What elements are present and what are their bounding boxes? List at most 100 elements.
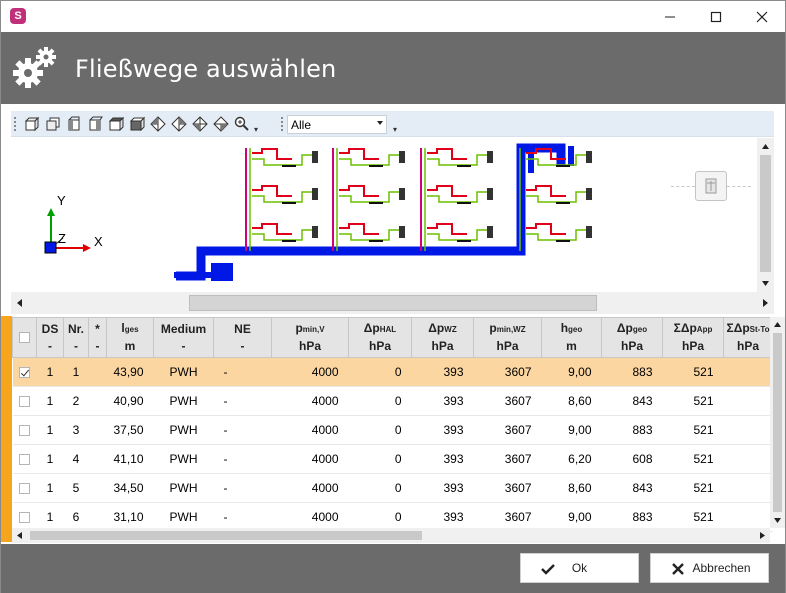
grid-scroll-right-icon[interactable] (755, 528, 770, 543)
filter-select[interactable]: Alle (287, 115, 387, 134)
table-row[interactable]: 1 1 43,90 PWH -4000 0 393 3607 9,00 883 521 (12, 357, 773, 387)
cell-dpwz: 393 (411, 415, 474, 445)
column-header-label: Medium (160, 321, 207, 336)
view-front-icon[interactable] (23, 115, 41, 133)
view-iso-2-icon[interactable] (170, 115, 188, 133)
grid-scroll-down-icon[interactable] (770, 513, 785, 528)
cell-ds: 1 (36, 473, 64, 503)
view-bottom-icon[interactable] (128, 115, 146, 133)
minimize-button[interactable] (647, 1, 693, 32)
cell-lges: 34,50 (106, 473, 154, 503)
grid-scroll-left-icon[interactable] (12, 528, 27, 543)
toolbar-overflow-icon[interactable]: ▾ (393, 125, 397, 134)
grid-vertical-scrollbar[interactable] (770, 317, 785, 528)
grid-hscroll-thumb[interactable] (30, 531, 422, 540)
cell-dphal: 0 (348, 473, 412, 503)
branch-pipe-red (427, 223, 467, 235)
row-checkbox[interactable] (19, 396, 30, 408)
cell-hgeo: 9,00 (541, 415, 602, 445)
cell-sdpst (723, 444, 773, 474)
maximize-button[interactable] (693, 1, 739, 32)
viewport-vscroll-thumb[interactable] (760, 155, 771, 272)
cell-ds: 1 (36, 357, 64, 387)
cell-check[interactable] (12, 386, 37, 416)
flow-path-grid-area: DS - Nr. - * - lges m Medium - NE - pmin,V hPa ΔpHAL hP… (1, 316, 785, 544)
cell-star (88, 415, 107, 445)
grid-horizontal-scrollbar[interactable] (12, 528, 770, 543)
branch-pipe-red (339, 148, 379, 160)
column-header-hgeo[interactable]: hgeo m (541, 317, 602, 358)
row-checkbox[interactable] (19, 454, 30, 466)
cell-dphal: 0 (348, 415, 412, 445)
zoom-dropdown-icon[interactable]: ▾ (254, 125, 258, 134)
cell-pminwz: 3607 (473, 473, 542, 503)
pipe-network-view[interactable]: Y X Z (11, 138, 757, 292)
cell-hgeo: 8,60 (541, 386, 602, 416)
row-checkbox[interactable] (19, 512, 30, 524)
scroll-left-icon[interactable] (11, 292, 28, 314)
column-header-sdpst[interactable]: ΣΔpSt-To hPa (723, 317, 773, 358)
view-iso-3-icon[interactable] (191, 115, 209, 133)
table-row[interactable]: 1 3 37,50 PWH -4000 0 393 3607 9,00 883 521 (12, 415, 773, 445)
view-back-icon[interactable] (44, 115, 62, 133)
cell-check[interactable] (12, 357, 37, 387)
fixture-icon (586, 226, 592, 238)
column-header-subscript: HAL (379, 325, 397, 334)
row-checkbox[interactable] (19, 367, 30, 379)
row-checkbox[interactable] (19, 425, 30, 437)
view-top-icon[interactable] (107, 115, 125, 133)
zoom-icon[interactable] (233, 115, 251, 133)
column-header-unit: hPa (681, 339, 704, 353)
viewport-hscroll-thumb[interactable] (189, 295, 597, 311)
toolbar-grip[interactable] (14, 117, 17, 131)
view-right-icon[interactable] (86, 115, 104, 133)
cell-medium: PWH (153, 473, 214, 503)
grid-vscroll-thumb[interactable] (773, 333, 782, 512)
branch-pipe-red (252, 148, 292, 160)
view-iso-1-icon[interactable] (149, 115, 167, 133)
cell-dphal: 0 (348, 357, 412, 387)
scroll-right-icon[interactable] (757, 292, 774, 314)
ok-button[interactable]: Ok (520, 553, 639, 583)
cell-check[interactable] (12, 415, 37, 445)
close-button[interactable] (739, 1, 785, 32)
viewport-vertical-scrollbar[interactable] (757, 138, 774, 292)
fixture-icon (487, 226, 493, 238)
cell-check[interactable] (12, 473, 37, 503)
view-left-icon[interactable] (65, 115, 83, 133)
riser-group (245, 148, 592, 251)
column-header-check[interactable] (12, 317, 37, 358)
column-header-dpwz[interactable]: ΔpWZ hPa (411, 317, 474, 358)
column-header-pminv[interactable]: pmin,V hPa (271, 317, 349, 358)
scene-marker-icon[interactable] (695, 171, 727, 201)
cell-check[interactable] (12, 444, 37, 474)
scroll-up-icon[interactable] (757, 138, 774, 155)
view-iso-4-icon[interactable] (212, 115, 230, 133)
table-row[interactable]: 1 5 34,50 PWH -4000 0 393 3607 8,60 843 521 (12, 473, 773, 503)
cancel-button[interactable]: Abbrechen (650, 553, 769, 583)
column-header-sdpapp[interactable]: ΣΔpApp hPa (662, 317, 724, 358)
column-header-star[interactable]: * - (88, 317, 107, 358)
cell-star (88, 386, 107, 416)
dialog-footer: Ok Abbrechen (1, 544, 785, 593)
fixture-base (556, 165, 570, 167)
column-header-ds[interactable]: DS - (36, 317, 64, 358)
select-all-checkbox[interactable] (19, 332, 30, 344)
column-header-dphal[interactable]: ΔpHAL hPa (348, 317, 412, 358)
title-bar: S (1, 1, 785, 32)
column-header-medium[interactable]: Medium - (153, 317, 214, 358)
grid-scroll-up-icon[interactable] (770, 317, 785, 332)
row-checkbox[interactable] (19, 483, 30, 495)
column-header-nr[interactable]: Nr. - (63, 317, 89, 358)
column-header-label: * (95, 321, 100, 336)
pipe-network-drawing: Y X Z (44, 143, 592, 281)
cell-pminwz: 3607 (473, 357, 542, 387)
table-row[interactable]: 1 2 40,90 PWH -4000 0 393 3607 8,60 843 521 (12, 386, 773, 416)
viewport-horizontal-scrollbar[interactable] (11, 292, 774, 314)
scroll-down-icon[interactable] (757, 275, 774, 292)
column-header-lges[interactable]: lges m (106, 317, 154, 358)
column-header-pminwz[interactable]: pmin,WZ hPa (473, 317, 542, 358)
table-row[interactable]: 1 4 41,10 PWH -4000 0 393 3607 6,20 608 521 (12, 444, 773, 474)
column-header-dpgeo[interactable]: Δpgeo hPa (601, 317, 663, 358)
column-header-ne[interactable]: NE - (213, 317, 272, 358)
